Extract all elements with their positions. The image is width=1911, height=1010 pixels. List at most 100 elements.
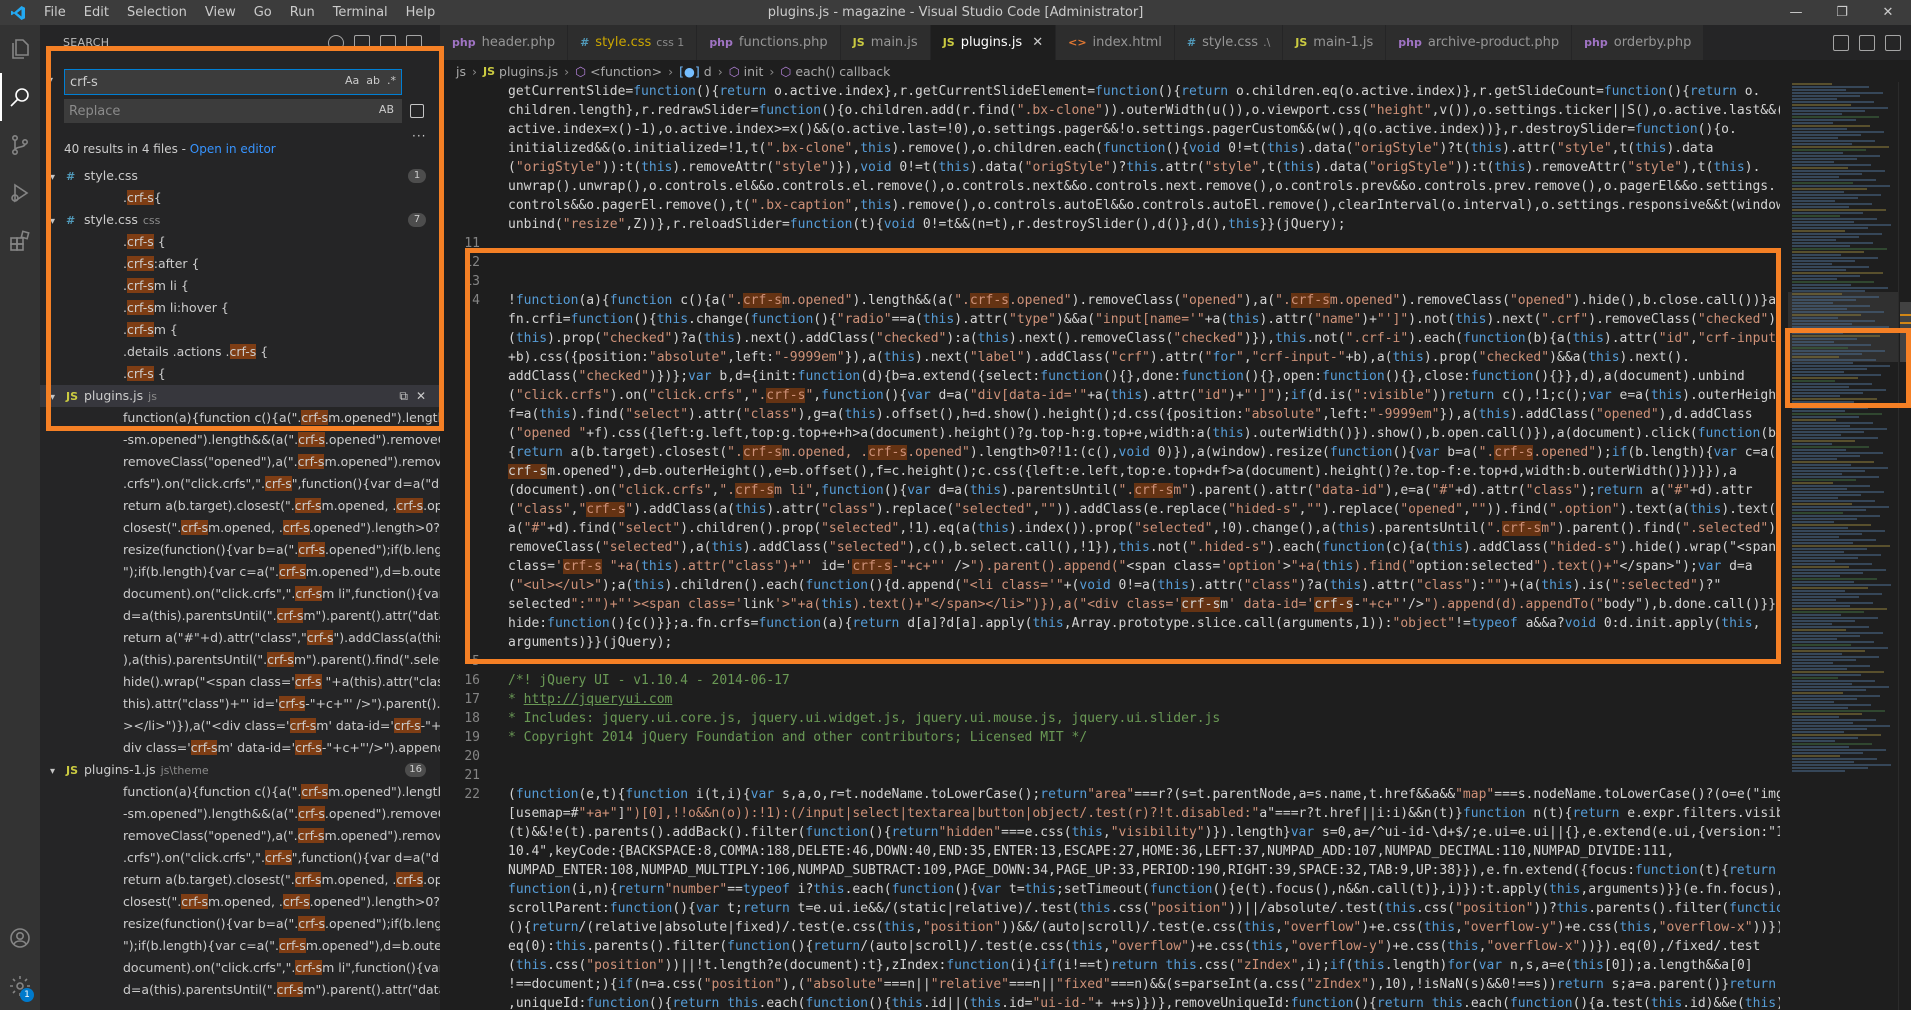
code-line[interactable]: f=a(this).find("select").attr("class"),g…	[440, 405, 1780, 424]
replace-toggle-chevron-icon[interactable]: ▾	[48, 75, 53, 86]
menu-view[interactable]: View	[196, 0, 245, 25]
tab-archive-product-php[interactable]: php archive-product.php	[1386, 25, 1573, 60]
manage-button[interactable]: 1	[0, 962, 40, 1010]
code-line[interactable]: {return a(b.target).closest(".crf-sm.ope…	[440, 443, 1780, 462]
tab-orderby-php[interactable]: php orderby.php	[1572, 25, 1705, 60]
search-button[interactable]	[0, 73, 40, 121]
code-line[interactable]: scrollParent:function(){var t;return t=e…	[440, 899, 1780, 918]
search-result-file[interactable]: ▾ JS plugins-1.js js\theme 16	[40, 759, 440, 781]
tab-index-html[interactable]: <> index.html	[1056, 25, 1175, 60]
code-line[interactable]: 21	[440, 766, 1780, 785]
run-debug-button[interactable]	[0, 169, 40, 217]
search-result-match[interactable]: resize(function(){var b=a(".crf-s.opened…	[40, 913, 440, 935]
refresh-icon[interactable]	[328, 35, 344, 51]
breadcrumb-symbol[interactable]: <function>	[590, 64, 662, 79]
code-line[interactable]: ("origStyle")):t(this).removeAttr("style…	[440, 158, 1780, 177]
tab-style-css[interactable]: # style.css css 1	[568, 25, 698, 60]
code-line[interactable]: class='crf-s "+a(this).attr("class")+"' …	[440, 557, 1780, 576]
menu-selection[interactable]: Selection	[118, 0, 196, 25]
search-result-match[interactable]: .crf-s {	[40, 363, 440, 385]
search-result-match[interactable]: .crfs").on("click.crfs",".crf-s",functio…	[40, 473, 440, 495]
search-result-match[interactable]: ");if(b.length){var c=a(".crf-sm.opened"…	[40, 561, 440, 583]
search-result-match[interactable]: .crf-sm li {	[40, 275, 440, 297]
match-whole-word-icon[interactable]: ab	[365, 74, 381, 87]
search-result-match[interactable]: closest(".crf-sm.opened, .crf-s.opened")…	[40, 891, 440, 913]
search-details-icon[interactable]: ···	[412, 129, 426, 143]
code-line[interactable]: ("click.crfs").on("click.crfs",".crf-s",…	[440, 386, 1780, 405]
code-line[interactable]: 17 * http://jqueryui.com	[440, 690, 1780, 709]
menu-file[interactable]: File	[35, 0, 75, 25]
code-line[interactable]: addClass("checked")})};var b,d={init:fun…	[440, 367, 1780, 386]
tab-main-1-js[interactable]: JS main-1.js	[1283, 25, 1387, 60]
code-line[interactable]: initialized&&(o.initialized=!1,t(".bx-cl…	[440, 139, 1780, 158]
search-result-match[interactable]: document).on("click.crfs",".crf-sm li",f…	[40, 957, 440, 979]
close-tab-icon[interactable]: ✕	[1032, 35, 1043, 50]
scrollbar-thumb[interactable]	[1900, 302, 1911, 362]
use-regex-icon[interactable]: .*	[386, 74, 397, 87]
code-line[interactable]: (){return/(relative|absolute|fixed)/.tes…	[440, 918, 1780, 937]
code-line[interactable]: controls&&o.pagerEl.remove(),t(".bx-capt…	[440, 196, 1780, 215]
collapse-all-icon[interactable]	[406, 35, 422, 51]
search-result-match[interactable]: hide().wrap("<span class='crf-s "+a(this…	[40, 671, 440, 693]
code-line[interactable]: 20	[440, 747, 1780, 766]
menu-go[interactable]: Go	[245, 0, 281, 25]
code-line[interactable]: active.index=x()-1),o.active.index>=x()&…	[440, 120, 1780, 139]
breadcrumb-symbol[interactable]: init	[744, 64, 764, 79]
search-input[interactable]: crf-s Aa ab .*	[64, 69, 402, 95]
menu-terminal[interactable]: Terminal	[324, 0, 397, 25]
code-line[interactable]: removeClass("selected"),a(this).addClass…	[440, 538, 1780, 557]
code-line[interactable]: (t)&&!e(t).parents().addBack().filter(fu…	[440, 823, 1780, 842]
explorer-button[interactable]	[0, 25, 40, 73]
extensions-button[interactable]	[0, 217, 40, 265]
tab-plugins-js[interactable]: JS plugins.js ✕	[930, 25, 1057, 60]
code-line[interactable]: children.length},r.redrawSlider=function…	[440, 101, 1780, 120]
search-result-match[interactable]: -sm.opened").length&&(a(".crf-s.opened")…	[40, 803, 440, 825]
code-line[interactable]: 16 /*! jQuery UI - v1.10.4 - 2014-06-17	[440, 671, 1780, 690]
search-result-file[interactable]: ▾ # style.css css 7	[40, 209, 440, 231]
search-result-match[interactable]: .crf-sm {	[40, 319, 440, 341]
search-result-match[interactable]: .crf-s:after {	[40, 253, 440, 275]
code-line[interactable]: hide:function(){c()}};a.fn.crfs=function…	[440, 614, 1780, 633]
search-result-match[interactable]: ");if(b.length){var c=a(".crf-sm.opened"…	[40, 935, 440, 957]
code-line[interactable]: a("#"+d).find("select").children().prop(…	[440, 519, 1780, 538]
code-line[interactable]: 19 * Copyright 2014 jQuery Foundation and…	[440, 728, 1780, 747]
collapse-chevron-icon[interactable]: ▾	[50, 761, 66, 781]
code-line[interactable]: 11	[440, 234, 1780, 253]
breadcrumb-file[interactable]: plugins.js	[499, 64, 558, 79]
code-line[interactable]: [usemap=#"+a+"]")[0],!!o&&n(o)):!1):(/in…	[440, 804, 1780, 823]
tab-style-css[interactable]: # style.css .\	[1174, 25, 1284, 60]
collapse-chevron-icon[interactable]: ▾	[50, 387, 66, 407]
code-line[interactable]: !==document;){if(n=a.css("position"),("a…	[440, 975, 1780, 994]
menu-help[interactable]: Help	[397, 0, 445, 25]
search-result-match[interactable]: d=a(this).parentsUntil(".crf-sm").parent…	[40, 979, 440, 1001]
code-line[interactable]: 22 (function(e,t){function i(t,i){var s,a…	[440, 785, 1780, 804]
search-result-match[interactable]: return a(b.target).closest(".crf-sm.open…	[40, 869, 440, 891]
code-line[interactable]: fn.crfi=function(){this.change(function(…	[440, 310, 1780, 329]
code-line[interactable]: ("opened "+f).css({left:g.left,top:g.top…	[440, 424, 1780, 443]
accounts-button[interactable]	[0, 914, 40, 962]
code-line[interactable]: getCurrentSlide=function(){return o.acti…	[440, 82, 1780, 101]
menu-run[interactable]: Run	[281, 0, 324, 25]
search-result-file[interactable]: ▾ # style.css 1	[40, 165, 440, 187]
code-line[interactable]: 12	[440, 253, 1780, 272]
minimap[interactable]	[1788, 82, 1898, 1010]
open-in-editor-link[interactable]: Open in editor	[190, 142, 276, 156]
tab-header-php[interactable]: php header.php	[440, 25, 569, 60]
search-result-match[interactable]: return a("#"+d).attr("class","crf-s").ad…	[40, 627, 440, 649]
tab-functions-php[interactable]: php functions.php	[697, 25, 841, 60]
code-line[interactable]: (document).on("click.crfs",".crf-sm li",…	[440, 481, 1780, 500]
match-case-icon[interactable]: Aa	[344, 74, 360, 87]
search-result-match[interactable]: removeClass("opened"),a(".crf-sm.opened"…	[40, 451, 440, 473]
clear-results-icon[interactable]	[354, 35, 370, 51]
preserve-case-icon[interactable]: AB	[379, 103, 394, 116]
breadcrumb-folder[interactable]: js	[456, 64, 466, 79]
search-result-match[interactable]: .crf-s{	[40, 187, 440, 209]
collapse-chevron-icon[interactable]: ▾	[50, 167, 66, 187]
code-line[interactable]: 5	[440, 652, 1780, 671]
more-actions-icon[interactable]	[1885, 34, 1901, 51]
search-result-match[interactable]: div class='crf-sm' data-id='crf-s-"+c+"'…	[40, 737, 440, 759]
search-result-match[interactable]: -sm.opened").length&&(a(".crf-s.opened")…	[40, 429, 440, 451]
code-line[interactable]: eq(0):this.parents().filter(function(){r…	[440, 937, 1780, 956]
search-result-match[interactable]: closest(".crf-sm.opened, .crf-s.opened")…	[40, 517, 440, 539]
close-window-icon[interactable]: ✕	[1865, 0, 1911, 25]
